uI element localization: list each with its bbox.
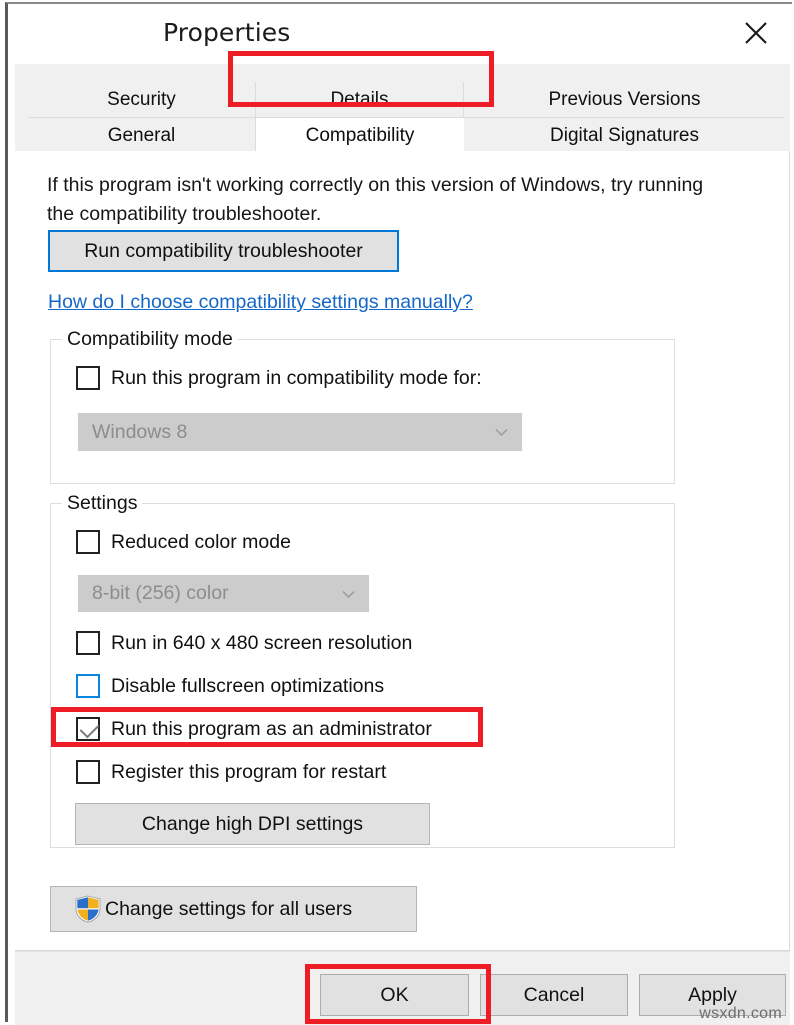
intro-text: If this program isn't working correctly … bbox=[47, 174, 704, 225]
reduced-color-mode-label: Reduced color mode bbox=[111, 531, 291, 553]
register-for-restart-label: Register this program for restart bbox=[111, 761, 387, 783]
tab-general[interactable]: General bbox=[28, 118, 256, 154]
color-depth-value: 8-bit (256) color bbox=[92, 582, 229, 604]
register-for-restart-checkbox[interactable] bbox=[76, 760, 100, 784]
watermark: wsxdn.com bbox=[699, 1005, 782, 1022]
compatibility-mode-checkbox[interactable] bbox=[76, 366, 100, 390]
tab-compatibility[interactable]: Compatibility bbox=[256, 118, 464, 154]
compatibility-settings-help-link[interactable]: How do I choose compatibility settings m… bbox=[48, 291, 473, 314]
settings-group-title: Settings bbox=[62, 492, 143, 515]
tab-digital-signatures[interactable]: Digital Signatures bbox=[464, 118, 785, 154]
run-as-administrator-checkbox-row[interactable]: Run this program as an administrator bbox=[76, 717, 432, 741]
reduced-color-mode-checkbox-row[interactable]: Reduced color mode bbox=[76, 530, 291, 554]
tab-previous-versions[interactable]: Previous Versions bbox=[464, 82, 785, 118]
dialog-button-bar: OK Cancel Apply wsxdn.com bbox=[15, 951, 790, 1025]
compatibility-mode-checkbox-label: Run this program in compatibility mode f… bbox=[111, 367, 482, 389]
640x480-resolution-checkbox[interactable] bbox=[76, 631, 100, 655]
tab-row-top: Security Details Previous Versions bbox=[28, 82, 785, 118]
ok-button[interactable]: OK bbox=[320, 974, 469, 1016]
tab-security[interactable]: Security bbox=[28, 82, 256, 118]
reduced-color-mode-checkbox[interactable] bbox=[76, 530, 100, 554]
change-settings-for-all-users-button[interactable]: Change settings for all users bbox=[50, 886, 417, 932]
uac-shield-icon bbox=[75, 895, 101, 923]
chevron-down-icon bbox=[495, 426, 508, 439]
compatibility-mode-group: Compatibility mode Run this program in c… bbox=[50, 328, 675, 484]
tab-row-bottom: General Compatibility Digital Signatures bbox=[28, 118, 785, 154]
tab-details[interactable]: Details bbox=[256, 82, 464, 118]
run-compatibility-troubleshooter-button[interactable]: Run compatibility troubleshooter bbox=[48, 230, 399, 272]
title-bar: Properties bbox=[8, 4, 792, 64]
chevron-down-icon bbox=[342, 587, 355, 600]
disable-fullscreen-optimizations-label: Disable fullscreen optimizations bbox=[111, 675, 385, 697]
properties-dialog-window: Properties Security Details Previous Ver… bbox=[5, 2, 792, 1025]
cancel-button[interactable]: Cancel bbox=[480, 974, 628, 1016]
640x480-resolution-label: Run in 640 x 480 screen resolution bbox=[111, 632, 413, 654]
register-for-restart-checkbox-row[interactable]: Register this program for restart bbox=[76, 760, 386, 784]
disable-fullscreen-optimizations-checkbox[interactable] bbox=[76, 674, 100, 698]
change-high-dpi-settings-button[interactable]: Change high DPI settings bbox=[75, 803, 430, 845]
compatibility-mode-group-title: Compatibility mode bbox=[62, 328, 238, 351]
run-as-administrator-label: Run this program as an administrator bbox=[111, 718, 432, 740]
compatibility-mode-checkbox-row[interactable]: Run this program in compatibility mode f… bbox=[76, 366, 482, 390]
tab-strip: Security Details Previous Versions Gener… bbox=[15, 64, 790, 154]
compatibility-os-value: Windows 8 bbox=[92, 420, 188, 443]
page-title: Properties bbox=[163, 18, 291, 47]
change-settings-for-all-users-label: Change settings for all users bbox=[105, 897, 353, 920]
disable-fullscreen-optimizations-checkbox-row[interactable]: Disable fullscreen optimizations bbox=[76, 674, 384, 698]
settings-group: Settings Reduced color mode 8-bit (256) … bbox=[50, 492, 675, 848]
compatibility-os-select[interactable]: Windows 8 bbox=[78, 413, 522, 451]
run-as-administrator-checkbox[interactable] bbox=[76, 717, 100, 741]
color-depth-select[interactable]: 8-bit (256) color bbox=[78, 575, 369, 612]
640x480-resolution-checkbox-row[interactable]: Run in 640 x 480 screen resolution bbox=[76, 631, 412, 655]
close-icon[interactable] bbox=[732, 10, 780, 56]
compatibility-tab-panel: If this program isn't working correctly … bbox=[15, 151, 790, 951]
